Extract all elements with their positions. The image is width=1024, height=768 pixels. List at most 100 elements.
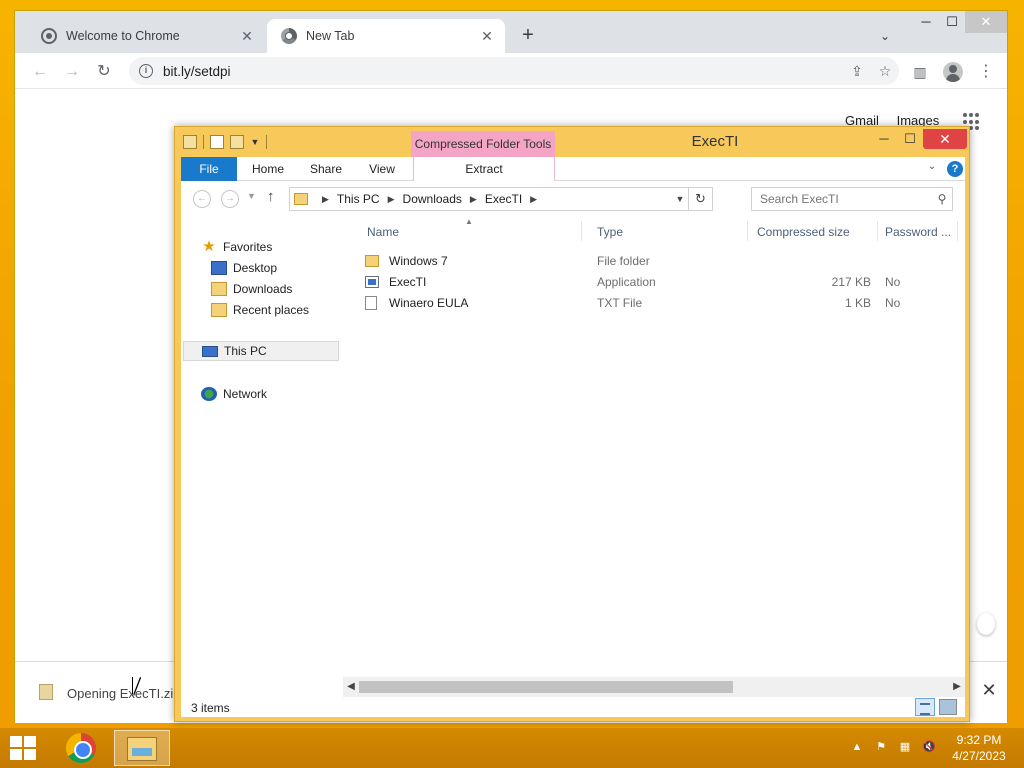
large-icons-view-button[interactable] [939,699,957,715]
chevron-down-icon[interactable]: ▼ [247,191,256,201]
forward-button[interactable]: → [221,190,239,208]
nav-item-downloads[interactable]: Downloads [211,279,292,299]
search-box[interactable]: ⚲ [751,187,953,211]
url-text[interactable]: bit.ly/setdpi [163,64,843,79]
nav-item-label: Desktop [233,261,278,275]
taskbar-chrome[interactable] [54,730,110,766]
column-divider[interactable] [877,221,878,241]
close-download-shelf-button[interactable]: ✕ [979,680,999,700]
file-name: Windows 7 [389,254,448,268]
nav-item-recent-places[interactable]: Recent places [211,300,309,320]
forward-button[interactable]: → [61,61,83,83]
file-explorer-icon [127,737,157,761]
profile-avatar[interactable] [943,62,963,82]
side-panel-icon[interactable]: ▥ [909,61,931,83]
tab-share[interactable]: Share [301,157,351,181]
maximize-button[interactable]: ☐ [897,129,923,149]
tab-view[interactable]: View [357,157,407,181]
details-view-button[interactable] [915,698,935,716]
chevron-right-icon[interactable]: ▶ [530,194,537,205]
properties-icon[interactable] [210,135,224,149]
info-icon[interactable]: i [139,64,153,78]
search-input[interactable] [760,192,932,206]
file-compressed-size: 217 KB [831,275,871,289]
nav-item-network[interactable]: Network [201,384,267,404]
chrome-icon [281,28,297,44]
chrome-icon [66,733,96,763]
help-icon[interactable]: ? [947,161,963,177]
nav-item-favorites[interactable]: ★ Favorites [201,237,272,257]
tab-extract[interactable]: Extract [413,157,555,181]
text-file-icon [365,296,377,310]
chevron-up-icon[interactable]: ▲ [850,740,864,754]
start-button[interactable] [10,736,38,760]
tab-welcome-to-chrome[interactable]: Welcome to Chrome ✕ [27,19,265,53]
chevron-right-icon[interactable]: ▶ [470,194,477,205]
tab-new-tab[interactable]: New Tab ✕ [267,19,505,53]
chevron-down-icon[interactable]: ▼ [250,137,260,147]
tab-home[interactable]: Home [243,157,293,181]
chevron-left-icon[interactable]: ◀ [343,677,359,697]
up-button[interactable]: ↑ [267,188,275,205]
search-icon[interactable]: ⚲ [932,192,952,206]
breadcrumb-execti[interactable]: ExecTI [485,192,522,206]
breadcrumb[interactable]: ▶ This PC ▶ Downloads ▶ ExecTI ▶ ▼ ↻ [289,187,713,211]
scrollbar-thumb[interactable] [359,681,733,693]
maximize-button[interactable]: ☐ [937,11,967,33]
back-button[interactable]: ← [29,61,51,83]
clock[interactable]: 9:32 PM 4/27/2023 [946,732,1012,764]
breadcrumb-downloads[interactable]: Downloads [403,192,462,206]
file-row[interactable]: Windows 7 File folder [347,251,965,272]
column-divider[interactable] [747,221,748,241]
chrome-tab-strip: Welcome to Chrome ✕ New Tab ✕ + ⌄ ─ ☐ ✕ [15,11,1007,53]
chevron-right-icon[interactable]: ▶ [388,194,395,205]
share-icon[interactable]: ⇪ [843,63,871,80]
column-divider[interactable] [581,221,582,241]
nav-item-label: Network [223,387,268,401]
file-row[interactable]: Winaero EULA TXT File 1 KB No [347,293,965,314]
column-type[interactable]: Type [597,225,623,239]
column-headers: ▲ Name Type Compressed size Password ...… [347,217,965,245]
star-icon[interactable]: ☆ [871,63,899,80]
column-compressed-size[interactable]: Compressed size [757,225,850,239]
file-row[interactable]: ExecTI Application 217 KB No [347,272,965,293]
nav-item-label: Recent places [233,303,310,317]
download-status[interactable]: Opening ExecTI.zip [67,686,180,701]
taskbar-file-explorer[interactable] [114,730,170,766]
breadcrumb-this-pc[interactable]: This PC [337,192,380,206]
close-window-button[interactable]: ✕ [965,11,1007,33]
file-type: Application [597,275,656,289]
network-tray-icon[interactable]: ▦ [898,740,912,754]
horizontal-scrollbar[interactable]: ◀ ▶ [343,677,965,697]
chevron-down-icon[interactable]: ⌄ [925,161,939,172]
navigation-pane: ★ Favorites Desktop Downloads Recent pla… [181,217,341,677]
chevron-right-icon[interactable]: ▶ [322,194,329,205]
more-menu-icon[interactable]: ⋮ [975,61,997,83]
chevron-down-icon[interactable]: ▼ [672,194,688,204]
tab-title: Welcome to Chrome [66,29,180,43]
refresh-icon[interactable]: ↻ [688,188,712,210]
navigation-bar: ← → ▼ ↑ ▶ This PC ▶ Downloads ▶ ExecTI ▶… [181,181,965,217]
close-icon[interactable]: ✕ [239,28,255,45]
tab-file[interactable]: File [181,157,237,181]
desktop-icon [211,261,227,275]
folder-icon [365,255,379,267]
column-name[interactable]: Name [367,225,399,239]
address-bar[interactable]: i bit.ly/setdpi ⇪ ☆ [129,57,899,85]
new-folder-icon[interactable] [230,135,244,149]
flag-icon[interactable]: ⚑ [874,740,888,754]
nav-item-desktop[interactable]: Desktop [211,258,277,278]
nav-item-this-pc[interactable]: This PC [183,341,339,361]
customize-bubble[interactable] [977,613,995,635]
new-tab-button[interactable]: + [517,25,539,47]
minimize-button[interactable]: ─ [871,129,897,149]
reload-button[interactable]: ↻ [93,61,115,83]
close-icon[interactable]: ✕ [479,28,495,45]
chevron-right-icon[interactable]: ▶ [949,677,965,697]
back-button[interactable]: ← [193,190,211,208]
volume-muted-icon[interactable]: 🔇 [922,740,936,754]
close-window-button[interactable]: ✕ [923,129,967,149]
column-divider[interactable] [957,221,958,241]
chevron-down-icon[interactable]: ⌄ [877,29,893,45]
column-password[interactable]: Password ... [885,225,951,239]
